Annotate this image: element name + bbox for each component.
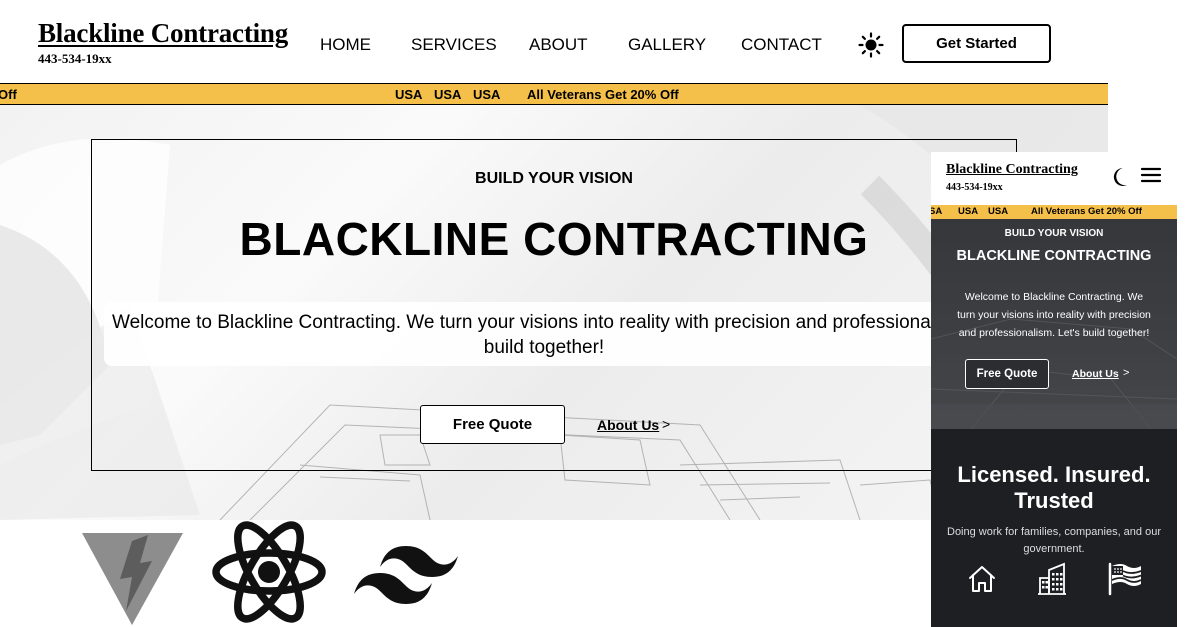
- chevron-right-icon: >: [662, 416, 671, 432]
- get-started-button[interactable]: Get Started: [902, 24, 1051, 63]
- moon-icon[interactable]: [1111, 166, 1129, 188]
- nav-contact[interactable]: CONTACT: [741, 35, 822, 55]
- mobile-hero-kicker: BUILD YOUR VISION: [1004, 228, 1104, 239]
- mobile-chevron-right-icon: >: [1123, 367, 1130, 379]
- flag-icon: [1108, 562, 1142, 596]
- react-icon: [212, 521, 326, 623]
- home-icon: [969, 566, 995, 592]
- mobile-ticker-item: USA: [958, 206, 979, 217]
- site-header: Blackline Contracting 443-534-19xx HOME …: [0, 0, 1200, 84]
- mobile-desc-line3: and professionalism. Let's build togethe…: [958, 327, 1150, 339]
- brand-phone[interactable]: 443-534-19xx: [38, 51, 112, 67]
- ticker-item: USA: [473, 87, 501, 102]
- mobile-free-quote-button[interactable]: Free Quote: [965, 359, 1049, 389]
- brand-name[interactable]: Blackline Contracting: [38, 18, 288, 49]
- mobile-promo-ticker: SA USA USA All Veterans Get 20% Off: [931, 205, 1177, 219]
- mobile-brand-name[interactable]: Blackline Contracting: [946, 162, 1078, 178]
- ticker-promo: All Veterans Get 20% Off: [527, 87, 679, 102]
- hamburger-menu-icon[interactable]: [1140, 165, 1162, 185]
- nav-gallery[interactable]: GALLERY: [628, 35, 706, 55]
- mobile-trust-title-line1: Licensed. Insured.: [957, 462, 1151, 487]
- mobile-brand-phone[interactable]: 443-534-19xx: [946, 182, 1003, 193]
- hero-description: Welcome to Blackline Contracting. We tur…: [104, 302, 984, 366]
- mobile-trust-desc-line2: government.: [1023, 543, 1085, 555]
- mobile-preview: Blackline Contracting 443-534-19xx SA US…: [931, 152, 1177, 627]
- mobile-about-us-link[interactable]: About Us: [1072, 368, 1119, 380]
- nav-about[interactable]: ABOUT: [529, 35, 588, 55]
- ticker-item: USA: [434, 87, 462, 102]
- ticker-item: USA: [395, 87, 423, 102]
- building-icon: [1038, 562, 1066, 595]
- mobile-ticker-item: USA: [988, 206, 1009, 217]
- hero-desc-line1: Welcome to Blackline Contracting. We tur…: [112, 312, 949, 333]
- mobile-trust-title-line2: Trusted: [1014, 488, 1094, 513]
- mobile-trust-description: Doing work for families, companies, and …: [937, 524, 1171, 558]
- vite-icon: [82, 533, 183, 625]
- mobile-ticker-fragment: SA: [931, 206, 943, 217]
- mobile-hero-title: BLACKLINE CONTRACTING: [956, 248, 1152, 264]
- mobile-desc-line2: turn your visions into reality with prec…: [957, 309, 1151, 321]
- mobile-header: Blackline Contracting 443-534-19xx: [931, 152, 1177, 205]
- hero-desc-line2: build together!: [483, 337, 605, 358]
- mobile-hero-description: Welcome to Blackline Contracting. We tur…: [933, 288, 1175, 342]
- free-quote-button[interactable]: Free Quote: [420, 405, 565, 444]
- nav-home[interactable]: HOME: [320, 35, 371, 55]
- sun-icon[interactable]: [856, 30, 886, 60]
- about-us-link[interactable]: About Us: [597, 417, 659, 433]
- promo-ticker: Off USA USA USA All Veterans Get 20% Off: [0, 83, 1108, 105]
- tailwind-icon: [354, 546, 458, 604]
- ticker-fragment: Off: [0, 87, 17, 102]
- mobile-trust-title: Licensed. Insured. Trusted: [931, 462, 1177, 514]
- mobile-trust-desc-line1: Doing work for families, companies, and …: [947, 526, 1161, 538]
- nav-services[interactable]: SERVICES: [411, 35, 497, 55]
- mobile-desc-line1: Welcome to Blackline Contracting. We: [964, 291, 1144, 303]
- mobile-ticker-promo: All Veterans Get 20% Off: [1031, 206, 1142, 217]
